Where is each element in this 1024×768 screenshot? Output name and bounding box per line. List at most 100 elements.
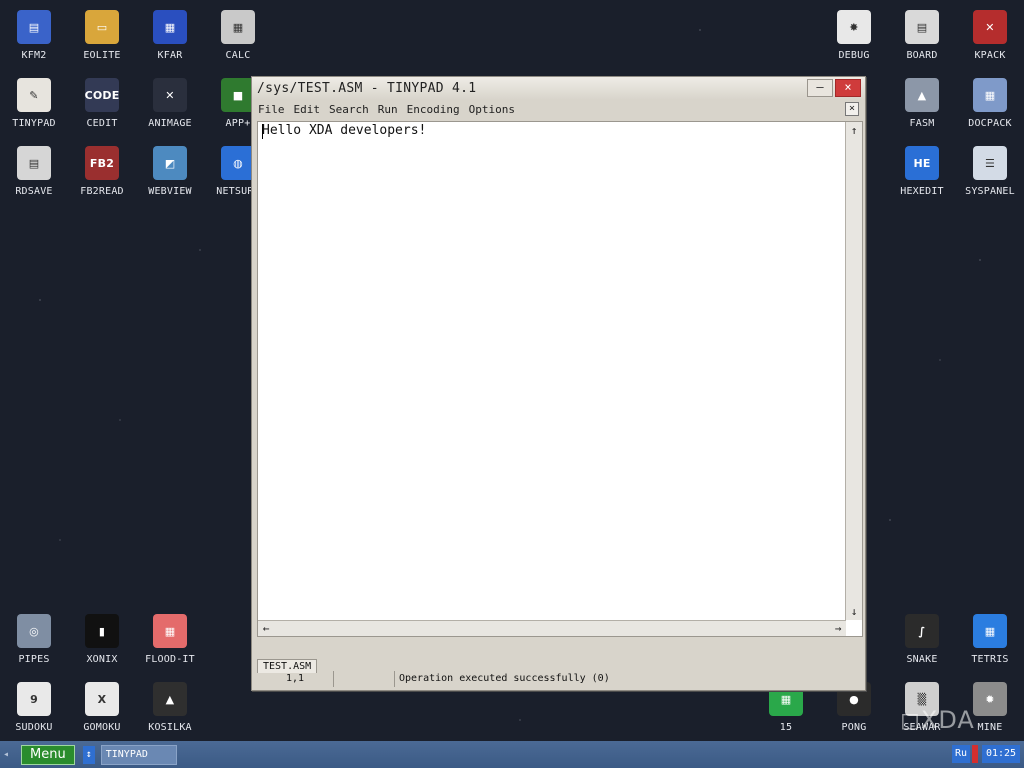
desktop-icon-tetris[interactable]: ▦ TETRIS	[958, 614, 1022, 665]
desktop-icon-calc[interactable]: ▦ CALC	[206, 10, 270, 61]
desktop-icon-kfar[interactable]: ▦ KFAR	[138, 10, 202, 61]
menu-bar: File Edit Search Run Encoding Options ×	[252, 99, 865, 119]
desktop-icon-kpack[interactable]: ✕ KPACK	[958, 10, 1022, 61]
vertical-scrollbar[interactable]: ↑ ↓	[845, 122, 862, 620]
menu-run[interactable]: Run	[378, 103, 398, 116]
desktop-icon-pipes[interactable]: ◎ PIPES	[2, 614, 66, 665]
code-editor-icon: CODE	[85, 78, 119, 112]
calculator-icon: ▦	[221, 10, 255, 44]
menu-options[interactable]: Options	[469, 103, 515, 116]
tictactoe-icon: X	[85, 682, 119, 716]
desktop-icon-label: HEXEDIT	[900, 186, 944, 197]
drawer-icon: ▦	[973, 78, 1007, 112]
start-menu-button[interactable]: Menu	[21, 744, 75, 765]
desktop-icon-xonix[interactable]: ▮ XONIX	[70, 614, 134, 665]
scroll-up-icon[interactable]: ↑	[846, 124, 862, 137]
cursor-position: 1,1	[257, 671, 334, 687]
desktop-icon-sudoku[interactable]: 9 SUDOKU	[2, 682, 66, 733]
pipes-icon: ◎	[17, 614, 51, 648]
desktop-icon-kosilka[interactable]: ▲ KOSILKA	[138, 682, 202, 733]
minimize-button[interactable]: –	[807, 79, 833, 97]
desktop-icon-label: SYSPANEL	[965, 186, 1015, 197]
taskbar-item-tinypad[interactable]: TINYPAD	[100, 744, 177, 765]
archive-icon: ▦	[153, 10, 187, 44]
desktop-icon-label: FB2READ	[80, 186, 124, 197]
desktop-icon-label: PIPES	[18, 654, 50, 665]
language-indicator[interactable]: Ru	[952, 745, 970, 763]
desktop-icon-snake[interactable]: ∫ SNAKE	[890, 614, 954, 665]
menu-edit[interactable]: Edit	[294, 103, 321, 116]
desktop-icon-label: DEBUG	[838, 50, 870, 61]
menu-file[interactable]: File	[258, 103, 285, 116]
globe-icon: ◍	[221, 146, 255, 180]
window-titlebar[interactable]: /sys/TEST.ASM - TINYPAD 4.1 – ×	[252, 77, 865, 99]
close-button[interactable]: ×	[835, 79, 861, 97]
desktop-icon-rdsave[interactable]: ▤ RDSAVE	[2, 146, 66, 197]
bug-icon: ✸	[837, 10, 871, 44]
hex-editor-icon: HE	[905, 146, 939, 180]
status-message: Operation executed successfully (0)	[399, 673, 610, 684]
map-globe-icon: ◩	[153, 146, 187, 180]
desktop-icon-label: CALC	[225, 50, 251, 61]
tools-icon: ✕	[973, 10, 1007, 44]
desktop-icon-syspanel[interactable]: ☰ SYSPANEL	[958, 146, 1022, 197]
desktop-icon-label: CEDIT	[86, 118, 118, 129]
mine-icon: ✹	[973, 682, 1007, 716]
desktop-icon-label: DOCPACK	[968, 118, 1012, 129]
desktop-icon-docpack[interactable]: ▦ DOCPACK	[958, 78, 1022, 129]
desktop-icon-fb2read[interactable]: FB2 FB2READ	[70, 146, 134, 197]
horizontal-scrollbar[interactable]: ← →	[258, 620, 846, 636]
desktop-icon-tinypad[interactable]: ✎ TINYPAD	[2, 78, 66, 129]
desktop-icon-webview[interactable]: ◩ WEBVIEW	[138, 146, 202, 197]
cube-icon: ■	[221, 78, 255, 112]
desktop-icon-cedit[interactable]: CODE CEDIT	[70, 78, 134, 129]
lawnmower-icon: ▲	[153, 682, 187, 716]
desktop-icon-hexedit[interactable]: HE HEXEDIT	[890, 146, 954, 197]
desktop-icon-label: KOSILKA	[148, 722, 192, 733]
desktop-icon-fasm[interactable]: ▲ FASM	[890, 78, 954, 129]
clipboard-icon: ▤	[905, 10, 939, 44]
xonix-icon: ▮	[85, 614, 119, 648]
desktop-icon-label: RDSAVE	[15, 186, 53, 197]
menu-search[interactable]: Search	[329, 103, 369, 116]
desktop-icon-kfm2[interactable]: ▤ KFM2	[2, 10, 66, 61]
window-title: /sys/TEST.ASM - TINYPAD 4.1	[257, 80, 477, 96]
pencil-brush-icon: ✕	[153, 78, 187, 112]
tetris-icon: ▦	[973, 614, 1007, 648]
desktop-icon-debug[interactable]: ✸ DEBUG	[822, 10, 886, 61]
sudoku-icon: 9	[17, 682, 51, 716]
anvil-icon: ▲	[905, 78, 939, 112]
menu-encoding[interactable]: Encoding	[407, 103, 460, 116]
scroll-down-icon[interactable]: ↓	[846, 605, 862, 618]
taskbar-left-arrow-icon[interactable]: ◂	[3, 749, 9, 760]
clock[interactable]: 01:25	[982, 745, 1020, 763]
desktop-icon-eolite[interactable]: ▭ EOLITE	[70, 10, 134, 61]
file-tabs: TEST.ASM	[257, 654, 318, 673]
scroll-left-icon[interactable]: ←	[258, 622, 274, 635]
desktop-icon-label: FLOOD-IT	[145, 654, 195, 665]
desktop-icon-board[interactable]: ▤ BOARD	[890, 10, 954, 61]
desktop-icon-label: XONIX	[86, 654, 118, 665]
desktop-icon-label: TINYPAD	[12, 118, 56, 129]
text-editor[interactable]: Hello XDA developers! ↑ ↓ ← →	[257, 121, 863, 637]
book-icon: FB2	[85, 146, 119, 180]
desktop-icon-label: FASM	[909, 118, 935, 129]
tinypad-window[interactable]: /sys/TEST.ASM - TINYPAD 4.1 – × File Edi…	[251, 76, 866, 691]
desktop-icon-gomoku[interactable]: X GOMOKU	[70, 682, 134, 733]
desktop-icon-label: TETRIS	[971, 654, 1009, 665]
task-switch-icon[interactable]: ↕	[82, 745, 95, 764]
desktop-icon-label: KFAR	[157, 50, 183, 61]
scroll-right-icon[interactable]: →	[830, 622, 846, 635]
desktop-icon-animage[interactable]: ✕ ANIMAGE	[138, 78, 202, 129]
desktop-icon-label: GOMOKU	[83, 722, 121, 733]
desktop-icon-label: KFM2	[21, 50, 47, 61]
xda-watermark: ◻XDA	[900, 706, 975, 734]
color-grid-icon: ▦	[153, 614, 187, 648]
close-tab-button[interactable]: ×	[845, 102, 859, 116]
snake-icon: ∫	[905, 614, 939, 648]
taskbar: ◂ Menu ↕ TINYPAD Ru 01:25	[0, 741, 1024, 768]
desktop-icon-label: SUDOKU	[15, 722, 53, 733]
desktop-icon-label: 15	[779, 722, 793, 733]
desktop-icon-flood-it[interactable]: ▦ FLOOD-IT	[138, 614, 202, 665]
floppy-icon: ▤	[17, 10, 51, 44]
